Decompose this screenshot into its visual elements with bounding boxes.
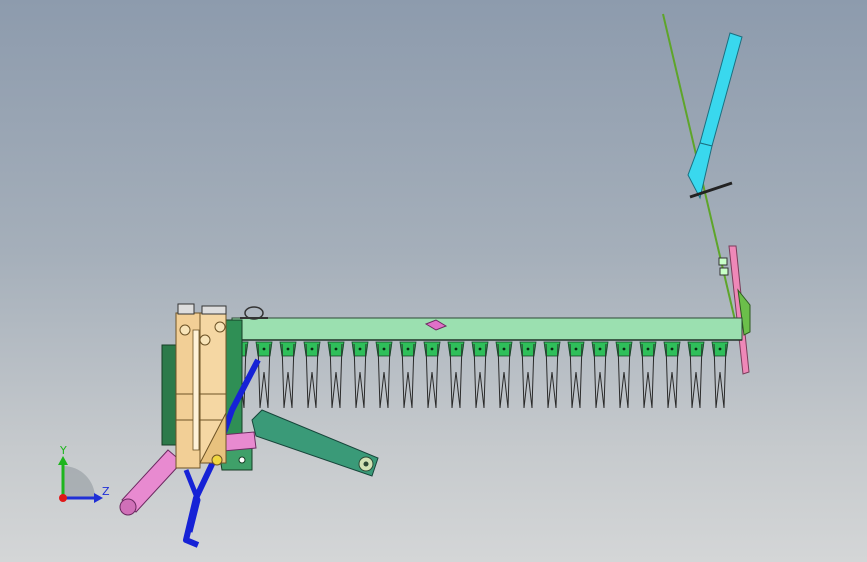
- graphics-viewport[interactable]: Y Z: [0, 0, 867, 562]
- triad-z-label: Z: [102, 485, 110, 498]
- triad-y-label: Y: [59, 444, 67, 457]
- triad-y-arrow: [58, 456, 68, 465]
- triad-origin: [59, 494, 67, 502]
- orientation-triad[interactable]: Y Z: [0, 0, 867, 562]
- triad-arc: [63, 466, 95, 498]
